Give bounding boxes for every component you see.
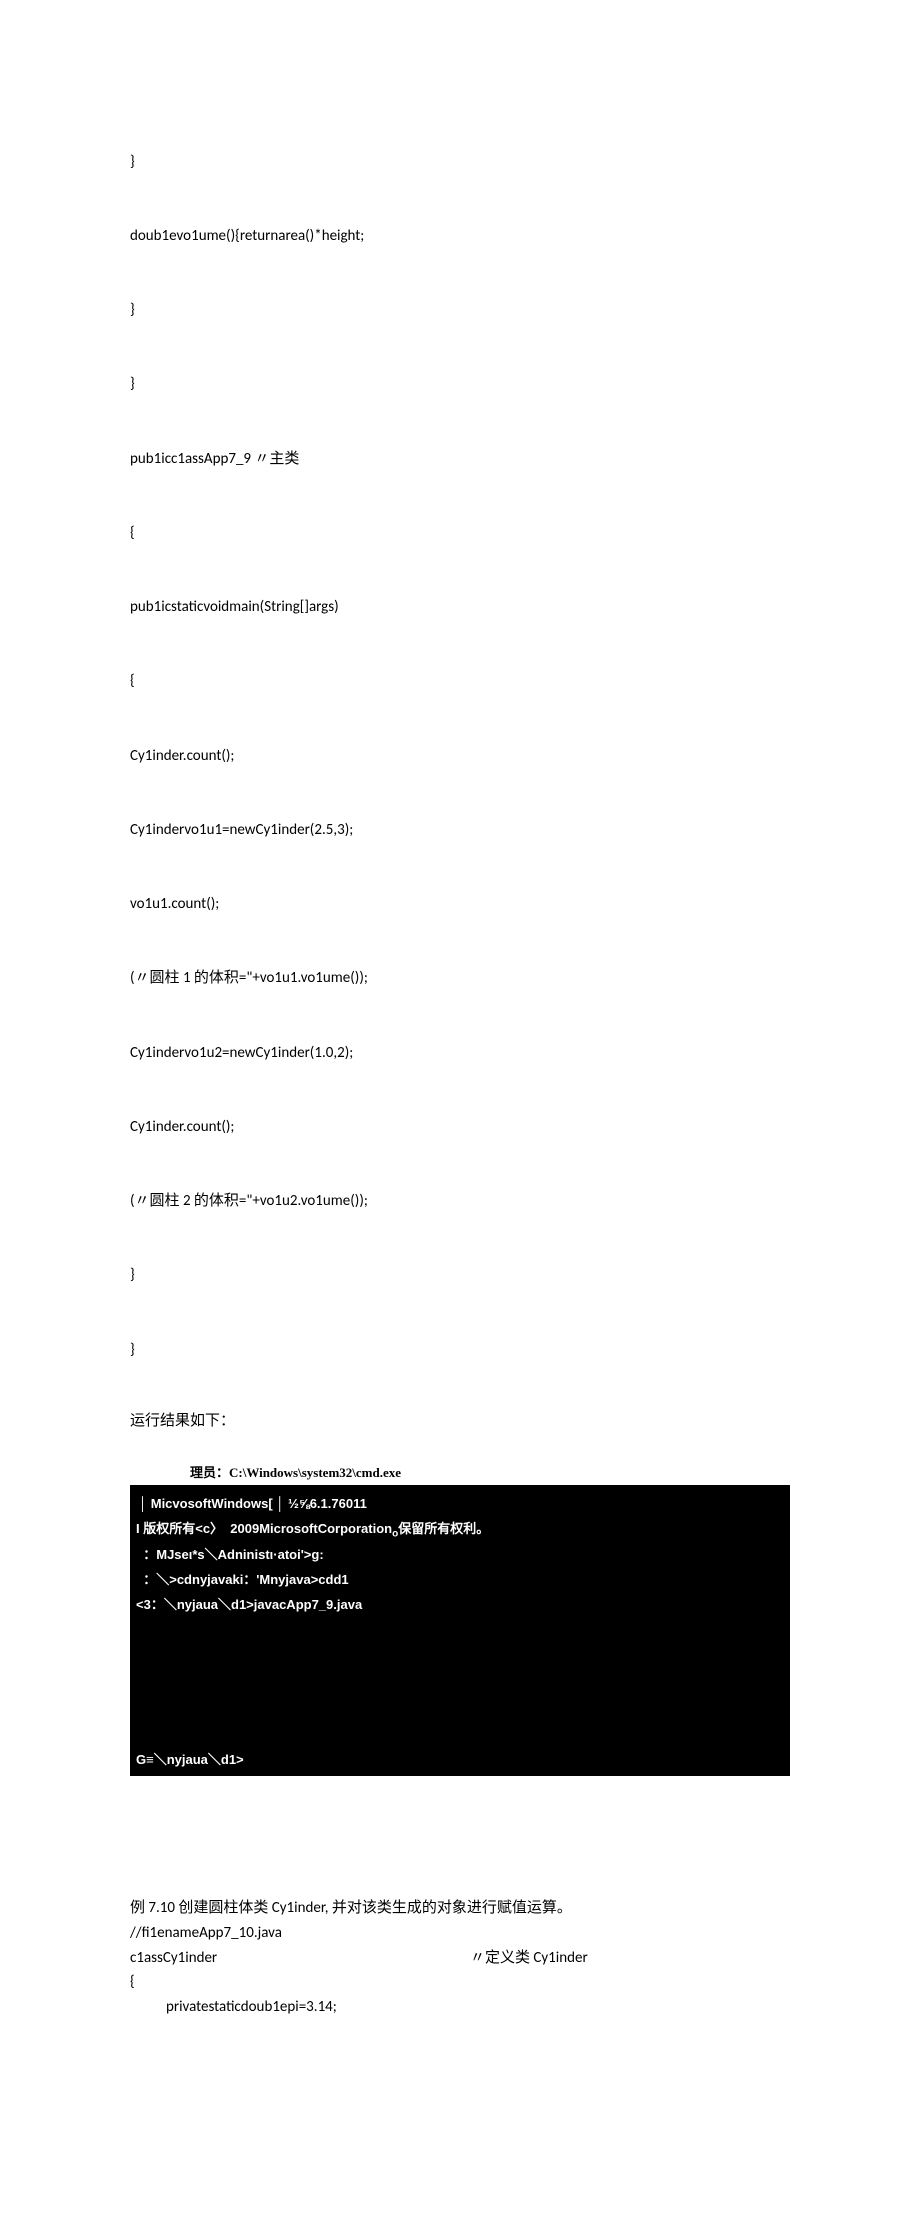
- cmd-line: I 版权所有<c〉 2009MicrosoftCorporationo保留所有权…: [136, 1517, 784, 1544]
- cmd-window-title: 理员：C:\Windows\system32\cmd.exe: [130, 1462, 790, 1486]
- code-line: (〃圆柱 1 的体积="+vo1u1.vo1ume());: [130, 966, 790, 991]
- code-line: (〃圆柱 2 的体积="+vo1u2.vo1ume());: [130, 1189, 790, 1214]
- code-block-top: } doub1evo1ume(){returnarea()*height; } …: [130, 100, 790, 1387]
- code-line: }: [130, 1338, 790, 1363]
- code-line: Cy1indervo1u2=newCy1inder(1.0,2);: [130, 1041, 790, 1066]
- code-line: pub1icstaticvoidmain(String[]args): [130, 595, 790, 620]
- cmd-line: ：＼>cdnyjavaki：'Mnyjava>cdd1: [136, 1568, 784, 1593]
- code-line: Cy1inder.count();: [130, 744, 790, 769]
- code-line: {: [130, 669, 790, 694]
- result-label: 运行结果如下：: [130, 1409, 790, 1434]
- cmd-window: │ MicvosoftWindows[ │ ½⅝6.1.76011 I 版权所有…: [130, 1486, 790, 1776]
- code-line: }: [130, 298, 790, 323]
- code-line: vo1u1.count();: [130, 892, 790, 917]
- code-line: }: [130, 372, 790, 397]
- code-line: //fi1enameApp7_10.java: [130, 1921, 790, 1946]
- code-line: Cy1indervo1u1=newCy1inder(2.5,3);: [130, 818, 790, 843]
- code-line: }: [130, 1263, 790, 1288]
- code-line: {: [130, 521, 790, 546]
- cmd-line: ：MJseι*s＼Adninistι·atoi'>g:: [136, 1543, 784, 1568]
- example-title: 例 7.10 创建圆柱体类 Cy1inder, 并对该类生成的对象进行赋值运算。: [130, 1896, 790, 1921]
- code-line: {: [130, 1970, 790, 1995]
- code-line: doub1evo1ume(){returnarea()*height;: [130, 224, 790, 249]
- code-line: privatestaticdoub1epi=3.14;: [130, 1995, 790, 2020]
- code-line: c1assCy1inder 〃定义类 Cy1inder: [130, 1946, 790, 1971]
- section-7-10: 例 7.10 创建圆柱体类 Cy1inder, 并对该类生成的对象进行赋值运算。…: [130, 1896, 790, 2020]
- code-line: }: [130, 150, 790, 175]
- cmd-line: │ MicvosoftWindows[ │ ½⅝6.1.76011: [136, 1492, 784, 1517]
- cmd-line: <3：＼nyjaua＼d1>javacApp7_9.java: [136, 1593, 784, 1618]
- code-line: pub1icc1assApp7_9 〃主类: [130, 447, 790, 472]
- cmd-prompt: G≡＼nyjaua＼d1>: [136, 1748, 244, 1773]
- code-line: Cy1inder.count();: [130, 1115, 790, 1140]
